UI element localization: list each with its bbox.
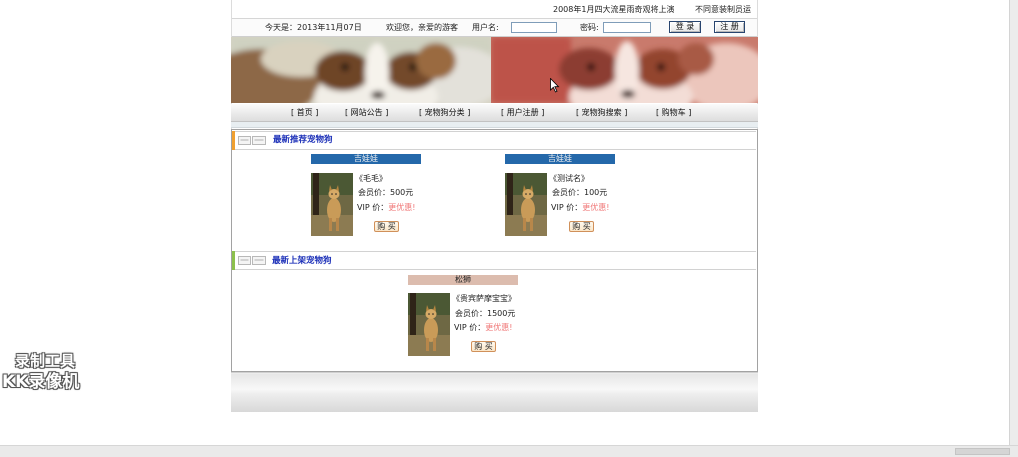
page-footer <box>231 373 758 412</box>
welcome-text: 欢迎您，亲爱的游客 <box>386 23 458 32</box>
papillon-dog-banner-red-icon <box>491 37 758 103</box>
arrow-cursor-icon <box>550 78 560 93</box>
horizontal-scrollbar-thumb[interactable] <box>955 448 1010 455</box>
section-title-recommended: 最新推荐宠物狗 <box>273 135 333 145</box>
nav-item-home[interactable]: [ 首页 ] <box>291 108 318 118</box>
buy-button[interactable]: 购 买 <box>471 341 496 352</box>
recorder-watermark-line2: KK录像机 <box>2 372 80 392</box>
login-button[interactable]: 登 录 <box>669 21 701 33</box>
buy-button[interactable]: 购 买 <box>569 221 594 232</box>
vip-price-label: VIP 价： <box>551 203 583 212</box>
dog-photo-icon[interactable] <box>311 173 353 236</box>
nav-item-register[interactable]: [ 用户注册 ] <box>501 108 544 118</box>
nav-item-dog-categories[interactable]: [ 宠物狗分类 ] <box>419 108 470 118</box>
vip-price-value: 更优惠! <box>485 323 513 332</box>
vip-price-label: VIP 价： <box>357 203 389 212</box>
section-title-new-arrivals: 最新上架宠物狗 <box>272 256 332 266</box>
password-label: 密码: <box>580 23 599 32</box>
member-price: 会员价：100元 <box>552 188 608 197</box>
product-category-label[interactable]: 吉娃娃 <box>311 154 421 164</box>
dog-photo-icon[interactable] <box>505 173 547 236</box>
nav-item-dog-search[interactable]: [ 宠物狗搜索 ] <box>576 108 627 118</box>
product-category-label[interactable]: 吉娃娃 <box>505 154 615 164</box>
buy-button[interactable]: 购 买 <box>374 221 399 232</box>
vip-price: VIP 价：更优惠! <box>454 323 512 333</box>
marquee-news-link[interactable]: 2008年1月四大流星雨奇观将上演 <box>553 5 674 15</box>
horizontal-scrollbar[interactable] <box>0 445 1018 457</box>
vip-price: VIP 价：更优惠! <box>551 203 609 213</box>
vip-price: VIP 价：更优惠! <box>357 203 415 213</box>
section-badge-icon <box>238 256 266 265</box>
papillon-dog-banner-icon <box>231 37 491 103</box>
username-input[interactable] <box>511 22 557 33</box>
section-accent-bar <box>232 251 235 270</box>
nav-divider-strip <box>231 122 758 128</box>
product-name-link[interactable]: 《贵宾萨摩宝宝》 <box>452 294 516 304</box>
vertical-scrollbar[interactable] <box>1009 0 1018 445</box>
header-marquee-bar <box>232 0 757 19</box>
password-input[interactable] <box>603 22 651 33</box>
product-category-label[interactable]: 松狮 <box>408 275 518 285</box>
member-price: 会员价：500元 <box>358 188 414 197</box>
username-label: 用户名: <box>472 23 499 32</box>
nav-item-cart[interactable]: [ 购物车 ] <box>656 108 691 118</box>
current-date: 今天是：2013年11月07日 <box>265 23 362 32</box>
nav-item-announcements[interactable]: [ 网站公告 ] <box>345 108 388 118</box>
product-name-link[interactable]: 《测试名》 <box>549 174 589 184</box>
section-badge-icon <box>238 136 266 145</box>
vip-price-label: VIP 价： <box>454 323 486 332</box>
vip-price-value: 更优惠! <box>582 203 610 212</box>
recorder-watermark-line1: 录制工具 <box>15 352 76 370</box>
product-name-link[interactable]: 《毛毛》 <box>355 174 387 184</box>
section-accent-bar <box>232 131 235 150</box>
dog-photo-icon[interactable] <box>408 293 450 356</box>
member-price: 会员价：1500元 <box>455 309 516 318</box>
marquee-notice-link[interactable]: 不同意装制员运 <box>695 5 751 15</box>
vip-price-value: 更优惠! <box>388 203 416 212</box>
register-button[interactable]: 注 册 <box>714 21 745 33</box>
